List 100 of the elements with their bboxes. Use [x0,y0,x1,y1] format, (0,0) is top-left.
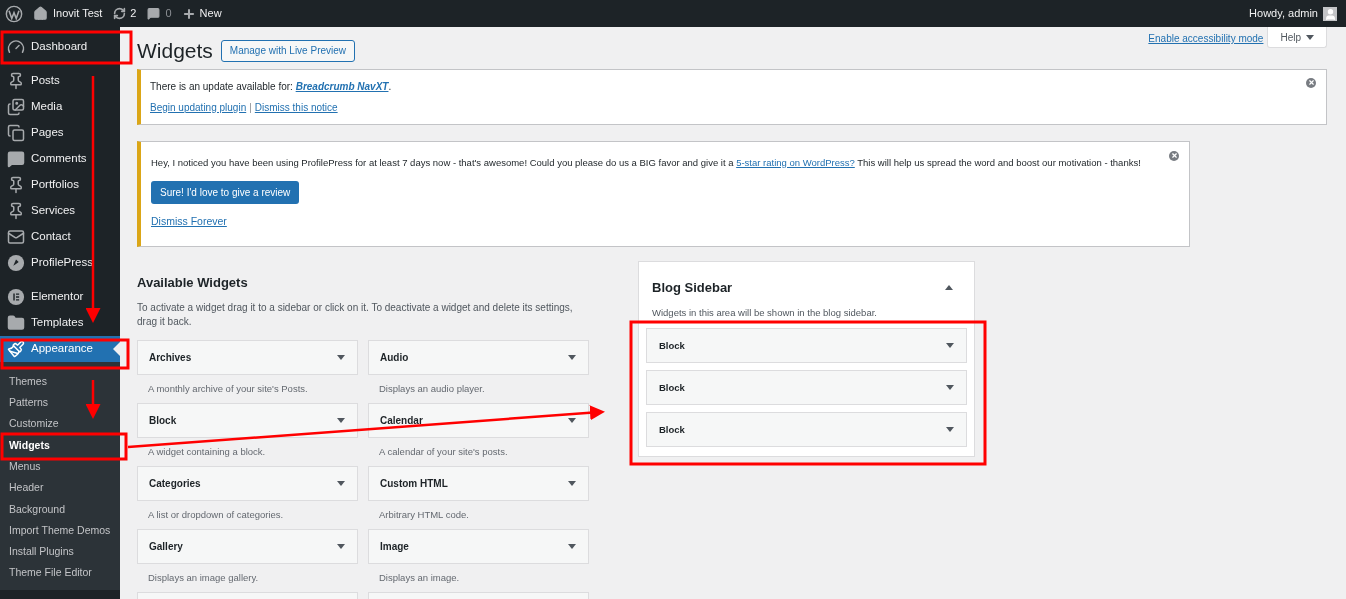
submenu-item[interactable]: Patterns [0,392,120,414]
dismiss-forever-link[interactable]: Dismiss Forever [151,213,227,230]
widget-card[interactable]: Archives [137,340,358,375]
caret-down-icon [337,418,345,423]
updates-count[interactable]: 2 [130,5,137,22]
pin-icon [7,72,25,90]
widget-card[interactable]: Audio [368,340,589,375]
widget-card[interactable]: Custom HTML [368,466,589,501]
submenu-item[interactable]: Background [0,498,120,521]
close-icon[interactable] [1306,77,1316,88]
caret-down-icon [568,544,576,549]
widget-card[interactable]: Gallery [137,529,358,564]
close-icon[interactable] [1169,150,1179,161]
sidebar-item[interactable]: Services [0,198,120,224]
annotation-arrow [85,380,101,419]
submenu-item[interactable]: Theme File Editor [0,562,120,584]
sidebar-item[interactable]: ProfilePress [0,250,120,276]
submenu-item[interactable]: Header [0,477,120,499]
sidebar-item[interactable]: Media [0,94,120,120]
pages-icon [7,124,25,142]
widget-title: Audio [380,351,409,365]
caret-down-icon [568,418,576,423]
widget-description: A monthly archive of your site's Posts. [147,381,309,396]
submenu-item[interactable]: Import Theme Demos [0,520,120,542]
plus-icon [181,6,196,21]
new-link[interactable]: New [199,5,222,22]
avatar-icon [1323,6,1337,21]
page-title: Widgets [137,38,213,64]
widget-description: A list or dropdown of categories. [147,507,285,522]
submenu-item[interactable]: Themes [0,371,120,393]
sidebar-item[interactable]: Portfolios [0,172,120,198]
widget-description: Displays an audio player. [378,381,486,396]
speech-bubble-icon [7,150,25,168]
caret-down-icon [946,385,954,391]
widget-title: Block [659,422,685,437]
widget-title: Calendar [380,414,423,428]
caret-down-icon [568,355,576,360]
submenu-item[interactable]: Install Plugins [0,541,120,563]
notice-message: Hey, I noticed you have been using ProfilePress for at least 7 days now - that's awesome! Could you please do us a BIG favor and give it a 5-star rating on WordPress? This will help us spread the word and boost our motivation - thanks! [151,155,1141,170]
sidebar-item[interactable]: Appearance [0,336,120,362]
notice-message: There is an update available for: Breadcrumb NavXT. [150,79,393,94]
widget-card[interactable]: Image [368,529,589,564]
widget-title: Image [380,540,409,554]
comments-count[interactable]: 0 [165,5,172,22]
section-title: Available Widgets [137,273,249,292]
caret-down-icon [337,481,345,486]
widget-description: A widget containing a block. [147,444,267,459]
gauge-icon [7,38,25,56]
dismiss-link[interactable]: Dismiss this notice [254,99,338,115]
folder-icon [7,314,25,332]
badge-icon [7,254,25,272]
submenu-item[interactable]: Menus [0,456,120,478]
widget-description: Displays an image gallery. [147,570,260,585]
rating-link[interactable]: 5-star rating on WordPress? [736,156,855,168]
envelope-icon [7,228,25,246]
sidebar-item[interactable]: Contact [0,224,120,250]
live-preview-button[interactable]: Manage with Live Preview [220,39,356,62]
updates-icon [113,7,127,20]
caret-down-icon [1306,34,1314,40]
widget-card[interactable]: Calendar [368,403,589,438]
images-icon [7,98,25,116]
update-link[interactable]: Begin updating plugin [150,99,247,115]
submenu-item[interactable]: Widgets [0,434,120,457]
pin-icon [7,202,25,220]
widget-card[interactable]: Block [646,328,967,364]
widget-title: Custom HTML [380,477,448,491]
accessibility-link[interactable]: Enable accessibility mode [1148,31,1264,46]
caret-down-icon [946,427,954,433]
review-button[interactable]: Sure! I'd love to give a review [151,180,300,204]
comments-icon [147,7,161,20]
sidebar-item[interactable]: Dashboard [0,34,120,60]
sidebar-item[interactable]: Templates [0,310,120,336]
plugin-link[interactable]: Breadcrumb NavXT [295,80,389,92]
widget-card[interactable]: Block [137,403,358,438]
wordpress-logo-icon[interactable] [5,4,23,23]
widget-title: Archives [149,351,192,365]
widget-description: Arbitrary HTML code. [378,507,470,522]
widget-card[interactable]: Block [646,370,967,406]
section-description: To activate a widget drag it to a sidebar or click on it. To deactivate a widget and delete its settings, drag it back. [137,301,574,329]
submenu-item[interactable]: Customize [0,413,120,435]
sidebar-item[interactable]: Pages [0,120,120,146]
caret-down-icon [946,343,954,349]
widget-title: Block [149,414,177,428]
widget-title: Block [659,338,685,353]
widget-description: Displays an image. [378,570,461,585]
circle-e-icon [7,288,25,306]
paintbrush-icon [7,340,25,358]
sidebar-item[interactable]: Elementor [0,284,120,310]
account-greeting[interactable]: Howdy, admin [1249,5,1318,22]
widget-card[interactable]: Block [646,412,967,448]
widget-title: Categories [149,477,201,491]
widget-area-description: Widgets in this area will be shown in the blog sidebar. [651,306,878,320]
widget-title: Block [659,380,685,395]
widget-card[interactable]: Categories [137,466,358,501]
help-tab[interactable]: Help [1267,27,1327,48]
widget-area-title: Blog Sidebar [652,278,733,297]
sidebar-item[interactable]: Comments [0,146,120,172]
site-name-link[interactable]: Inovit Test [53,5,103,22]
sidebar-item[interactable]: Posts [0,68,120,94]
home-icon [33,6,48,21]
